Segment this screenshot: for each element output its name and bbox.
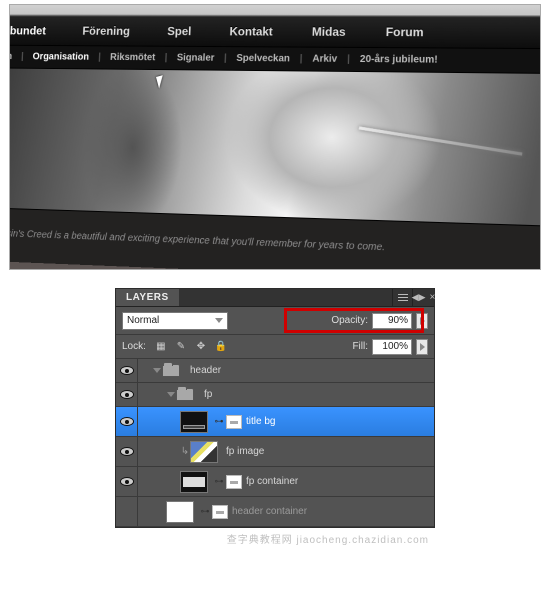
website-screenshot: Förbundet Förening Spel Kontakt Midas Fo…	[9, 4, 541, 270]
nav-item[interactable]: Midas	[312, 25, 346, 39]
layer-label: fp image	[226, 446, 264, 457]
twisty-icon[interactable]	[166, 392, 176, 397]
link-icon: ⊶	[198, 506, 212, 517]
subnav-item[interactable]: Spelveckan	[236, 53, 290, 64]
fill-slider-icon[interactable]	[416, 339, 428, 355]
layer-group-header[interactable]: header	[116, 359, 434, 383]
subnav-item[interactable]: Riksmötet	[110, 52, 156, 63]
layers-tab[interactable]: LAYERS	[116, 289, 180, 306]
nav-item[interactable]: Spel	[167, 24, 192, 38]
nav-item[interactable]: Kontakt	[229, 25, 273, 39]
vector-mask-thumb	[226, 475, 242, 489]
folder-icon	[176, 388, 194, 401]
visibility-icon[interactable]	[120, 366, 134, 375]
lock-position-icon[interactable]: ✥	[194, 340, 208, 354]
nav-item[interactable]: Forum	[386, 25, 424, 39]
panel-controls-row: Normal Opacity: 90%	[116, 307, 434, 335]
visibility-icon[interactable]	[120, 477, 134, 486]
link-icon: ⊶	[212, 476, 226, 487]
visibility-icon[interactable]	[120, 447, 134, 456]
layer-group-fp[interactable]: fp	[116, 383, 434, 407]
subnav-item[interactable]: 20-års jubileum!	[360, 54, 438, 66]
layer-title-bg[interactable]: ⊶ title bg	[116, 407, 434, 437]
opacity-slider-icon[interactable]	[416, 313, 428, 329]
layer-label: title bg	[246, 416, 275, 427]
main-nav: Förbundet Förening Spel Kontakt Midas Fo…	[9, 15, 541, 49]
fill-label: Fill:	[352, 341, 368, 352]
opacity-control: Opacity: 90%	[331, 313, 428, 329]
layer-fp-image[interactable]: ↳ fp image	[116, 437, 434, 467]
vector-mask-thumb	[226, 415, 242, 429]
nav-item[interactable]: Förening	[82, 24, 130, 38]
link-icon: ⊶	[212, 416, 226, 427]
perspective-view: Förbundet Förening Spel Kontakt Midas Fo…	[9, 4, 541, 269]
nav-item[interactable]: Förbundet	[9, 24, 46, 37]
layer-label: fp	[204, 389, 212, 400]
visibility-icon[interactable]	[120, 417, 134, 426]
subnav-item[interactable]: ision	[9, 51, 12, 62]
panel-collapse-icon[interactable]: ◀▶ ×	[412, 289, 434, 306]
lock-label: Lock:	[122, 341, 146, 352]
lock-icons-group: ▦ ✎ ✥ 🔒	[154, 340, 228, 354]
folder-icon	[162, 364, 180, 377]
layer-label: fp container	[246, 476, 298, 487]
lock-all-icon[interactable]: 🔒	[214, 340, 228, 354]
layer-thumb	[166, 501, 194, 523]
vector-mask-thumb	[212, 505, 228, 519]
dropdown-icon	[215, 318, 223, 323]
opacity-label: Opacity:	[331, 315, 368, 326]
layer-header-container[interactable]: ⊶ header container	[116, 497, 434, 527]
panel-tab-row: LAYERS ◀▶ ×	[116, 289, 434, 307]
clip-icon: ↳	[180, 446, 190, 457]
watermark: 查字典教程网 jiaocheng.chazidian.com	[115, 528, 435, 549]
layer-thumb	[190, 441, 218, 463]
subnav-item[interactable]: Organisation	[32, 52, 89, 63]
layer-thumb	[180, 411, 208, 433]
lock-pixels-icon[interactable]: ✎	[174, 340, 188, 354]
fill-control: Fill: 100%	[352, 339, 428, 355]
lock-row: Lock: ▦ ✎ ✥ 🔒 Fill: 100%	[116, 335, 434, 359]
layer-label: header	[190, 365, 221, 376]
layers-panel: LAYERS ◀▶ × Normal Opacity: 90% Lock:	[115, 288, 435, 528]
panel-menu-icon[interactable]	[392, 289, 412, 306]
blend-mode-select[interactable]: Normal	[122, 312, 228, 330]
twisty-icon[interactable]	[152, 368, 162, 373]
subnav-item[interactable]: Signaler	[177, 53, 215, 64]
layer-label: header container	[232, 506, 307, 517]
subnav-item[interactable]: Arkiv	[312, 54, 337, 65]
lock-transparency-icon[interactable]: ▦	[154, 340, 168, 354]
fill-input[interactable]: 100%	[372, 339, 412, 355]
layer-thumb	[180, 471, 208, 493]
blend-mode-value: Normal	[127, 315, 159, 326]
site-header-gradient	[9, 4, 541, 16]
layer-fp-container[interactable]: ⊶ fp container	[116, 467, 434, 497]
visibility-icon[interactable]	[120, 390, 134, 399]
hero-image	[9, 68, 541, 227]
opacity-input[interactable]: 90%	[372, 313, 412, 329]
